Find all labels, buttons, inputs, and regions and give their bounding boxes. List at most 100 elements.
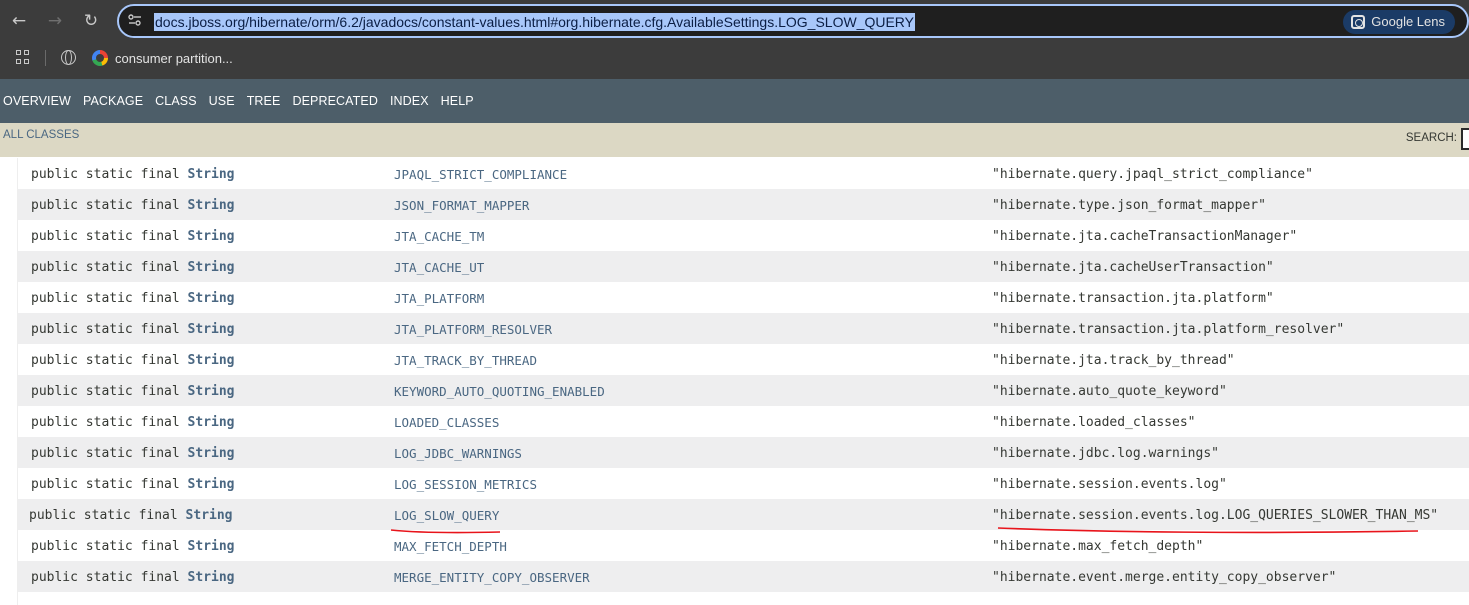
constant-field-link[interactable]: MERGE_ENTITY_COPY_OBSERVER xyxy=(394,570,590,585)
table-row: public static final String JPAQL_STRICT_C… xyxy=(18,158,1469,189)
modifier-text: public static final xyxy=(31,415,188,430)
table-row: public static final String KEYWORD_AUTO_Q… xyxy=(18,375,1469,406)
apps-icon[interactable] xyxy=(16,50,30,64)
constant-value: "hibernate.auto_quote_keyword" xyxy=(992,384,1227,399)
nav-item-deprecated[interactable]: DEPRECATED xyxy=(292,94,378,108)
nav-item-help[interactable]: HELP xyxy=(441,94,474,108)
type-link[interactable]: String xyxy=(188,353,235,368)
nav-list: OVERVIEW PACKAGE CLASS USE TREE DEPRECATED IND… xyxy=(3,94,486,108)
nav-item-index[interactable]: INDEX xyxy=(390,94,429,108)
constant-value: "hibernate.transaction.jta.platform_reso… xyxy=(992,322,1345,337)
constant-value: "hibernate.max_fetch_depth" xyxy=(992,539,1204,554)
modifier-text: public static final xyxy=(31,167,188,182)
type-link[interactable]: String xyxy=(188,291,235,306)
bookmark-label: consumer partition... xyxy=(115,50,233,66)
nav-item-overview[interactable]: OVERVIEW xyxy=(3,94,71,108)
table-row: public static final String JTA_CACHE_UT "h… xyxy=(18,251,1469,282)
modifier-and-type: public static final String xyxy=(31,167,235,182)
globe-icon[interactable] xyxy=(61,50,76,65)
javadoc-sub-nav: ALL CLASSES SEARCH: xyxy=(0,123,1469,157)
type-link[interactable]: String xyxy=(188,198,235,213)
search-label: SEARCH: xyxy=(1405,132,1457,144)
constant-field-link[interactable]: JTA_PLATFORM_RESOLVER xyxy=(394,322,552,337)
type-link[interactable]: String xyxy=(188,446,235,461)
constant-value: "hibernate.loaded_classes" xyxy=(992,415,1196,430)
type-link[interactable]: String xyxy=(188,477,235,492)
modifier-and-type: public static final String xyxy=(29,508,233,523)
modifier-and-type: public static final String xyxy=(31,446,235,461)
site-info-icon[interactable] xyxy=(127,13,145,29)
modifier-text: public static final xyxy=(31,260,188,275)
modifier-and-type: public static final String xyxy=(31,322,235,337)
modifier-and-type: public static final String xyxy=(31,415,235,430)
type-link[interactable]: String xyxy=(188,260,235,275)
table-row: public static final String LOG_SLOW_QUERY… xyxy=(18,499,1469,530)
modifier-text: public static final xyxy=(29,508,186,523)
reload-icon[interactable]: ↻ xyxy=(81,11,101,31)
constant-field-link[interactable]: JTA_TRACK_BY_THREAD xyxy=(394,353,537,368)
modifier-text: public static final xyxy=(31,198,188,213)
type-link[interactable]: String xyxy=(186,508,233,523)
address-bar[interactable]: docs.jboss.org/hibernate/orm/6.2/javadoc… xyxy=(117,4,1469,38)
modifier-text: public static final xyxy=(31,353,188,368)
modifier-text: public static final xyxy=(31,322,188,337)
type-link[interactable]: String xyxy=(188,167,235,182)
constant-field-link[interactable]: LOG_SESSION_METRICS xyxy=(394,477,537,492)
nav-item-use[interactable]: USE xyxy=(209,94,235,108)
search-input[interactable] xyxy=(1461,128,1469,150)
bookmark-consumer-partition[interactable]: consumer partition... xyxy=(92,49,233,67)
nav-item-tree[interactable]: TREE xyxy=(247,94,281,108)
constant-value: "hibernate.session.events.log.LOG_QUERIE… xyxy=(992,508,1439,523)
javadoc-top-nav: OVERVIEW PACKAGE CLASS USE TREE DEPRECATED IND… xyxy=(0,79,1469,123)
modifier-text: public static final xyxy=(31,291,188,306)
table-row: public static final String LOG_SESSION_ME… xyxy=(18,468,1469,499)
nav-item-package[interactable]: PACKAGE xyxy=(83,94,143,108)
type-link[interactable]: String xyxy=(188,415,235,430)
forward-icon[interactable]: → xyxy=(45,11,65,31)
modifier-and-type: public static final String xyxy=(31,477,235,492)
bookmarks-divider xyxy=(45,50,46,66)
type-link[interactable]: String xyxy=(188,570,235,585)
constant-field-link[interactable]: MAX_FETCH_DEPTH xyxy=(394,539,507,554)
back-icon[interactable]: ← xyxy=(9,11,29,31)
constant-field-link[interactable]: JTA_PLATFORM xyxy=(394,291,484,306)
google-lens-button[interactable]: Google Lens xyxy=(1343,10,1455,34)
type-link[interactable]: String xyxy=(188,384,235,399)
all-classes-link[interactable]: ALL CLASSES xyxy=(3,129,79,141)
constant-field-link[interactable]: JTA_CACHE_UT xyxy=(394,260,484,275)
constants-table: public static final String JPAQL_STRICT_C… xyxy=(17,158,1469,605)
constant-value: "hibernate.event.merge.entity_copy_obser… xyxy=(992,570,1337,585)
nav-item-class[interactable]: CLASS xyxy=(155,94,197,108)
table-row: public static final String JTA_PLATFORM "h… xyxy=(18,282,1469,313)
modifier-and-type: public static final String xyxy=(31,539,235,554)
browser-toolbar: ← → ↻ docs.jboss.org/hibernate/orm/6.2/j… xyxy=(0,0,1469,79)
table-row: public static final String JTA_CACHE_TM "h… xyxy=(18,220,1469,251)
table-row: public static final String LOADED_CLASSES… xyxy=(18,406,1469,437)
constant-value: "hibernate.query.jpaql_strict_compliance… xyxy=(992,167,1313,182)
constant-value: "hibernate.session.events.log" xyxy=(992,477,1227,492)
type-link[interactable]: String xyxy=(188,229,235,244)
modifier-text: public static final xyxy=(31,539,188,554)
table-row: public static final String LOG_JDBC_WARNI… xyxy=(18,437,1469,468)
modifier-and-type: public static final String xyxy=(31,384,235,399)
modifier-text: public static final xyxy=(31,570,188,585)
modifier-text: public static final xyxy=(31,384,188,399)
constant-field-link[interactable]: JTA_CACHE_TM xyxy=(394,229,484,244)
constant-field-link[interactable]: LOADED_CLASSES xyxy=(394,415,499,430)
table-row: public static final String JTA_TRACK_BY_T… xyxy=(18,344,1469,375)
constant-field-link[interactable]: JPAQL_STRICT_COMPLIANCE xyxy=(394,167,567,182)
type-link[interactable]: String xyxy=(188,539,235,554)
lens-icon xyxy=(1351,15,1366,29)
constant-field-link[interactable]: JSON_FORMAT_MAPPER xyxy=(394,198,529,213)
constant-value: "hibernate.transaction.jta.platform" xyxy=(992,291,1274,306)
modifier-and-type: public static final String xyxy=(31,260,235,275)
constant-field-link[interactable]: KEYWORD_AUTO_QUOTING_ENABLED xyxy=(394,384,605,399)
constant-field-link[interactable]: LOG_JDBC_WARNINGS xyxy=(394,446,522,461)
type-link[interactable]: String xyxy=(188,322,235,337)
google-icon xyxy=(92,50,108,66)
url-text[interactable]: docs.jboss.org/hibernate/orm/6.2/javadoc… xyxy=(154,13,915,31)
modifier-and-type: public static final String xyxy=(31,198,235,213)
constant-field-link[interactable]: LOG_SLOW_QUERY xyxy=(394,508,499,523)
modifier-text: public static final xyxy=(31,229,188,244)
constant-value: "hibernate.jta.track_by_thread" xyxy=(992,353,1235,368)
